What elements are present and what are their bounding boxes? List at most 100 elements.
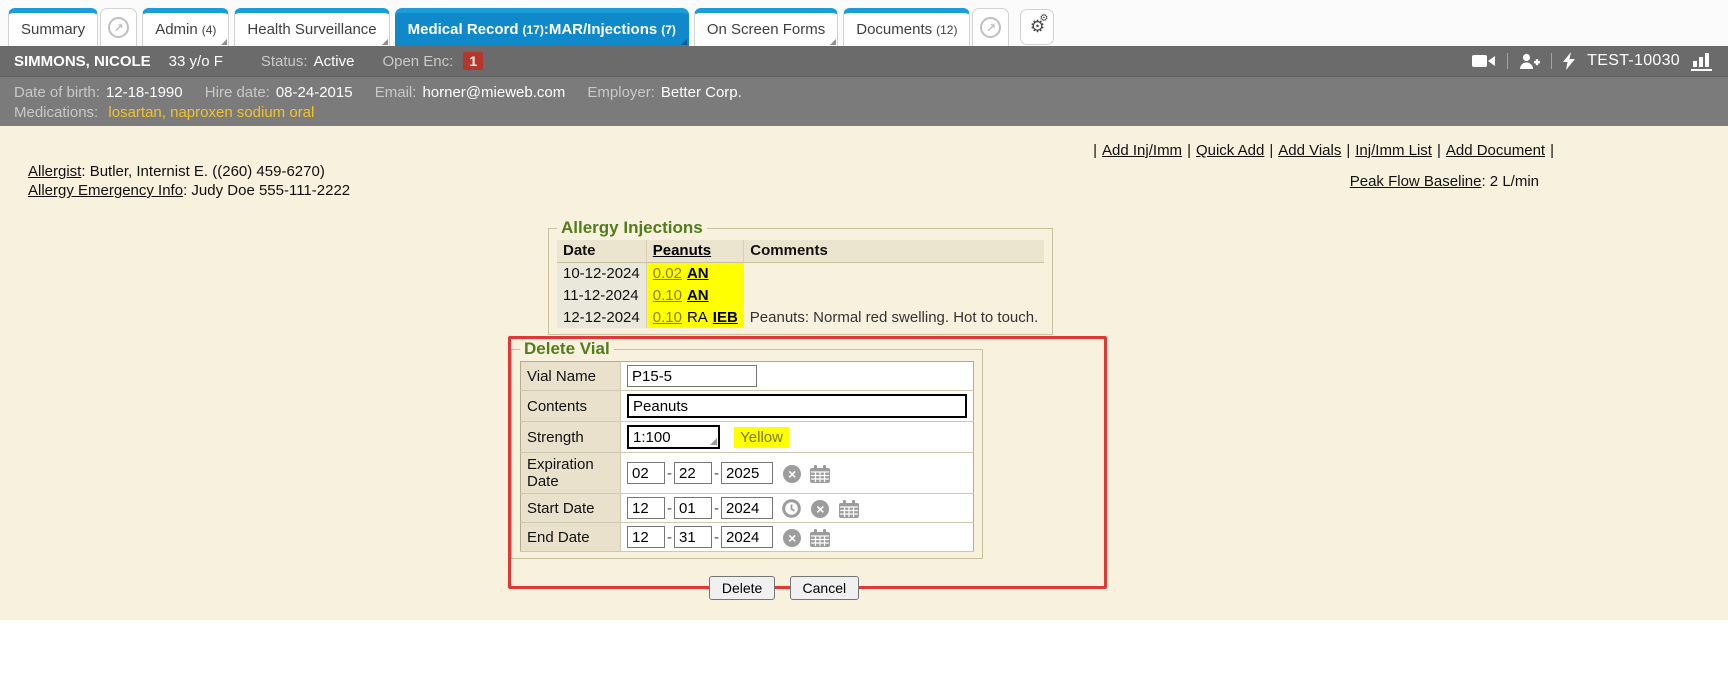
delete-vial-title: Delete Vial [520, 339, 614, 359]
video-camera-icon[interactable] [1472, 53, 1496, 69]
injection-date: 12-12-2024 [557, 306, 646, 328]
injection-date: 10-12-2024 [557, 262, 646, 284]
patient-demographics-bar: Date of birth:12-18-1990 Hire date:08-24… [0, 76, 1728, 126]
allergist-link[interactable]: Allergist [28, 163, 81, 180]
reaction-code-link[interactable]: AN [687, 287, 709, 304]
allergy-emergency-line: Allergy Emergency Info: Judy Doe 555-111… [28, 181, 350, 200]
peanuts-column-link[interactable]: Peanuts [653, 242, 711, 259]
contents-label: Contents [521, 391, 621, 422]
injection-dose-cell: 0.10RAIEB [646, 306, 744, 328]
delete-vial-panel: Delete Vial Vial Name Contents Strength [511, 339, 983, 559]
peak-flow-baseline-link[interactable]: Peak Flow Baseline [1350, 173, 1482, 190]
injection-header-row: Date Peanuts Comments [557, 240, 1044, 262]
patient-name: SIMMONS, NICOLE [14, 53, 151, 70]
quick-add-link[interactable]: Quick Add [1196, 142, 1264, 159]
tab-summary-popout[interactable]: ↗ [100, 8, 137, 46]
peak-flow-baseline: Peak Flow Baseline: 2 L/min [1350, 173, 1539, 190]
delete-vial-highlight-box: Delete Vial Vial Name Contents Strength [508, 336, 1107, 589]
chart-tab-bar: Summary ↗ Admin (4) Health Surveillance … [0, 0, 1728, 46]
dropdown-corner-icon [382, 39, 388, 45]
end-year-input[interactable] [721, 526, 773, 548]
status-label: Status: [261, 53, 308, 70]
strength-input[interactable] [627, 425, 720, 449]
tab-on-screen-forms[interactable]: On Screen Forms [694, 8, 838, 46]
injection-date: 11-12-2024 [557, 284, 646, 306]
injection-comment [744, 262, 1044, 284]
tab-summary[interactable]: Summary ↗ [8, 8, 137, 46]
tab-health-surveillance[interactable]: Health Surveillance [234, 8, 389, 46]
settings-button[interactable]: ⚙ ⚙ [1020, 9, 1054, 45]
dose-link[interactable]: 0.02 [653, 265, 682, 282]
expiration-clear-icon[interactable] [783, 465, 801, 483]
add-inj-imm-link[interactable]: Add Inj/Imm [1102, 142, 1182, 159]
allergy-injections-title: Allergy Injections [557, 218, 707, 238]
end-day-input[interactable] [674, 526, 712, 548]
lightning-bolt-icon[interactable] [1563, 52, 1575, 70]
start-clear-icon[interactable] [811, 500, 829, 518]
vial-name-row: Vial Name [521, 362, 974, 391]
medication-link[interactable]: losartan [108, 104, 161, 121]
start-month-input[interactable] [627, 497, 665, 519]
allergy-injections-panel: Allergy Injections Date Peanuts Comments… [548, 218, 1053, 335]
open-enc-label: Open Enc: [382, 53, 453, 70]
expiration-date-label: Expiration Date [521, 453, 621, 494]
bottom-whitespace [0, 620, 1728, 688]
tab-admin[interactable]: Admin (4) [142, 8, 229, 46]
add-document-link[interactable]: Add Document [1446, 142, 1545, 159]
allergy-emergency-info-link[interactable]: Allergy Emergency Info [28, 182, 183, 199]
end-month-input[interactable] [627, 526, 665, 548]
reaction-code-link[interactable]: AN [687, 265, 709, 282]
injection-row: 10-12-2024 0.02 AN [557, 262, 1044, 284]
patient-id: TEST-10030 [1587, 52, 1680, 70]
inj-imm-list-link[interactable]: Inj/Imm List [1355, 142, 1432, 159]
add-vials-link[interactable]: Add Vials [1278, 142, 1341, 159]
allergist-line: Allergist: Butler, Internist E. ((260) 4… [28, 162, 350, 181]
end-calendar-icon[interactable] [810, 529, 830, 547]
dropdown-corner-icon [830, 39, 836, 45]
divider [1507, 53, 1508, 69]
email-value: horner@mieweb.com [422, 84, 565, 101]
injection-row: 12-12-2024 0.10RAIEB Peanuts: Normal red… [557, 306, 1044, 328]
dose-link[interactable]: 0.10 [653, 287, 682, 304]
start-calendar-icon[interactable] [839, 500, 859, 518]
start-day-input[interactable] [674, 497, 712, 519]
expiration-month-input[interactable] [627, 462, 665, 484]
expiration-day-input[interactable] [674, 462, 712, 484]
expiration-calendar-icon[interactable] [810, 465, 830, 483]
injection-comment [744, 284, 1044, 306]
medications-line: Medications: losartan, naproxen sodium o… [14, 103, 1714, 123]
expiration-year-input[interactable] [721, 462, 773, 484]
contents-row: Contents [521, 391, 974, 422]
settings-gears-icon-small: ⚙ [1040, 14, 1049, 24]
open-enc-badge[interactable]: 1 [463, 52, 483, 70]
chart-content: |Add Inj/Imm|Quick Add|Add Vials|Inj/Imm… [0, 126, 1728, 620]
vial-name-input[interactable] [627, 365, 757, 387]
tab-documents[interactable]: Documents (12) ↗ [843, 8, 1009, 46]
end-date-label: End Date [521, 523, 621, 552]
column-peanuts: Peanuts [646, 240, 744, 262]
bar-chart-icon[interactable] [1690, 52, 1714, 71]
start-clock-icon[interactable] [782, 499, 801, 518]
end-clear-icon[interactable] [783, 529, 801, 547]
demographics-line: Date of birth:12-18-1990 Hire date:08-24… [14, 83, 1714, 103]
resize-handle-icon [710, 438, 717, 445]
dropdown-corner-icon [221, 39, 227, 45]
contents-input[interactable] [627, 394, 967, 418]
medication-link[interactable]: naproxen sodium oral [170, 104, 314, 121]
reaction-code-link[interactable]: IEB [713, 309, 738, 326]
add-person-icon[interactable] [1519, 53, 1540, 70]
start-year-input[interactable] [721, 497, 773, 519]
start-date-label: Start Date [521, 494, 621, 523]
start-date-row: Start Date -- [521, 494, 974, 523]
injection-action-links: |Add Inj/Imm|Quick Add|Add Vials|Inj/Imm… [1090, 142, 1557, 159]
tab-documents-popout[interactable]: ↗ [972, 8, 1009, 46]
status-value: Active [314, 53, 355, 70]
delete-button[interactable]: Delete [709, 576, 775, 600]
injection-comment: Peanuts: Normal red swelling. Hot to tou… [744, 306, 1044, 328]
dose-link[interactable]: 0.10 [653, 309, 682, 326]
cancel-button[interactable]: Cancel [790, 576, 860, 600]
tab-medical-record[interactable]: Medical Record (17) :MAR/Injections (7) [395, 8, 689, 46]
allergy-injections-table: Date Peanuts Comments 10-12-2024 0.02AN … [557, 240, 1044, 328]
patient-age-sex: 33 y/o F [169, 53, 223, 70]
delete-vial-buttons: Delete Cancel [548, 576, 1020, 600]
